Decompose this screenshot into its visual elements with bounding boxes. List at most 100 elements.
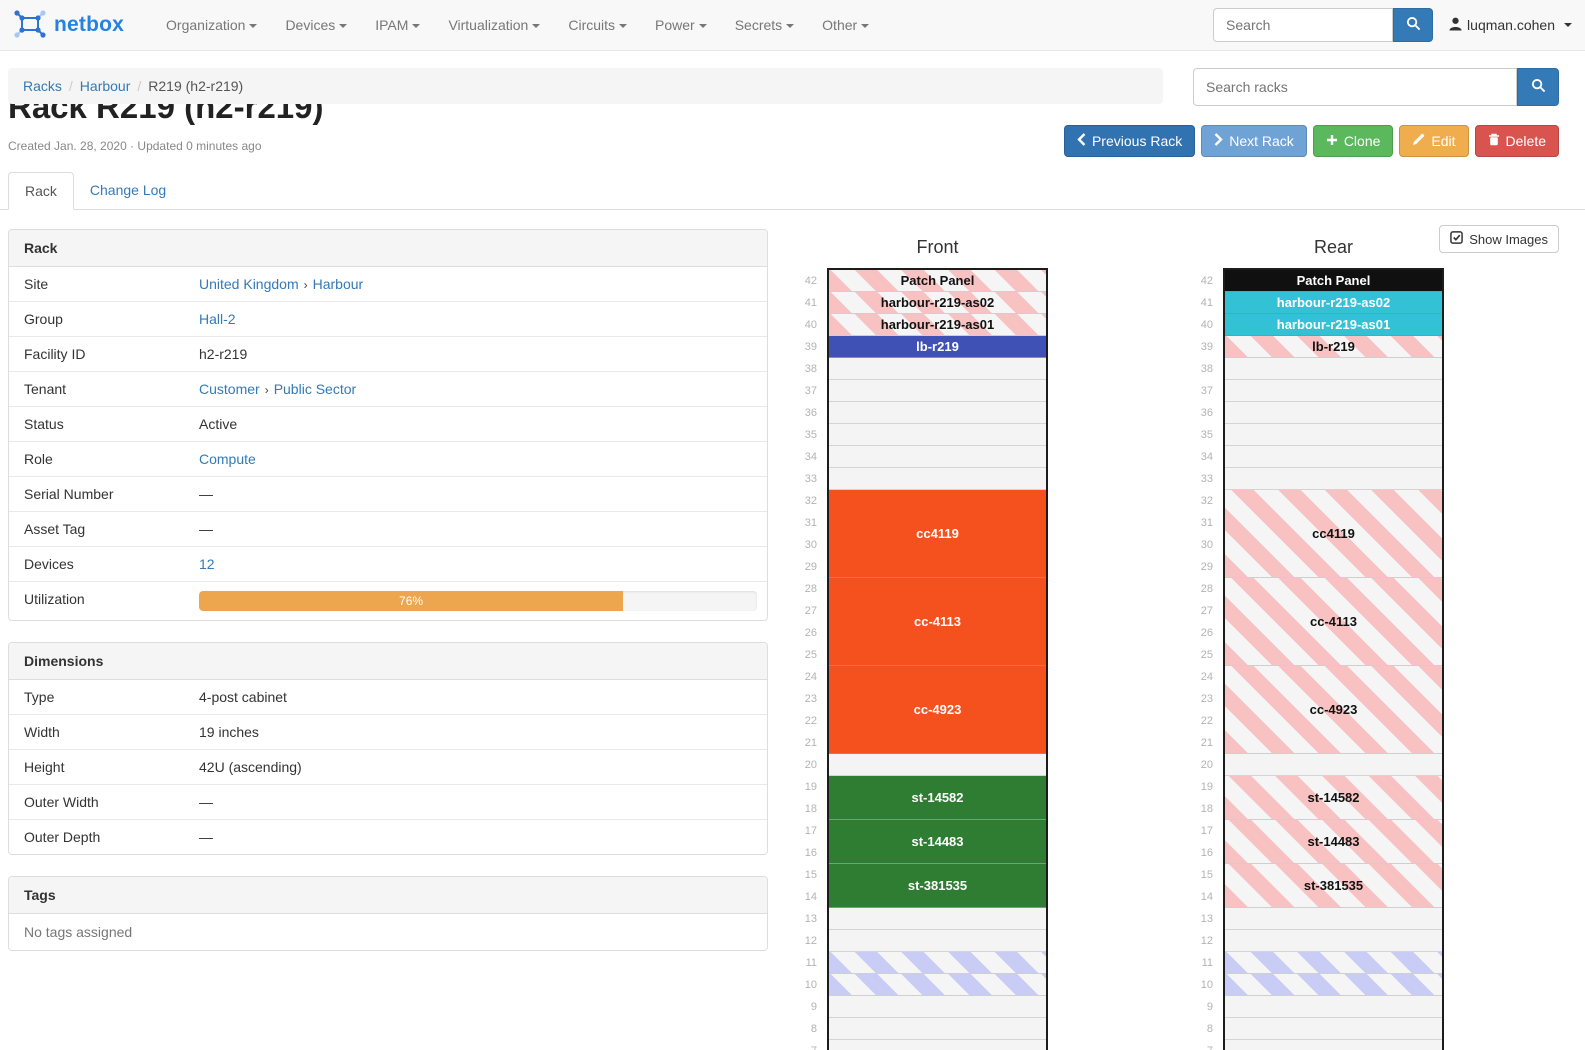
edit-button[interactable]: Edit [1399, 125, 1468, 157]
value-link[interactable]: 12 [199, 556, 215, 572]
global-search [1213, 8, 1433, 42]
unit-number: 32 [1191, 490, 1213, 512]
reserved-slot [1225, 974, 1442, 996]
value-link[interactable]: Public Sector [274, 381, 356, 397]
value-link[interactable]: United Kingdom [199, 276, 299, 292]
menu-item-circuits[interactable]: Circuits [554, 2, 641, 48]
unit-number: 18 [795, 798, 817, 820]
device-slot[interactable]: lb-r219 [1225, 336, 1442, 358]
chevron-down-icon [532, 24, 540, 28]
menu-item-power[interactable]: Power [641, 2, 721, 48]
plus-icon [1326, 133, 1338, 149]
device-slot[interactable]: Patch Panel [829, 270, 1046, 292]
front-elevation-title: Front [827, 237, 1048, 258]
empty-slot [829, 424, 1046, 446]
global-search-input[interactable] [1213, 8, 1393, 42]
next-rack-button[interactable]: Next Rack [1201, 125, 1307, 157]
table-row: Facility IDh2-r219 [9, 336, 767, 371]
device-slot[interactable]: harbour-r219-as01 [829, 314, 1046, 336]
empty-slot [1225, 754, 1442, 776]
attr-label: Facility ID [9, 337, 199, 371]
breadcrumb-current: R219 (h2-r219) [148, 78, 243, 94]
attr-value: Hall-2 [199, 302, 767, 336]
breadcrumb-link[interactable]: Harbour [80, 78, 131, 94]
unit-number: 7 [1191, 1040, 1213, 1050]
unit-number: 11 [1191, 952, 1213, 974]
search-icon [1406, 16, 1421, 34]
previous-rack-button[interactable]: Previous Rack [1064, 125, 1195, 157]
menu-item-other[interactable]: Other [808, 2, 883, 48]
device-slot[interactable]: Patch Panel [1225, 270, 1442, 292]
device-slot[interactable]: st-381535 [1225, 864, 1442, 908]
device-slot[interactable]: cc-4113 [829, 578, 1046, 666]
device-slot[interactable]: cc4119 [1225, 490, 1442, 578]
unit-number: 25 [1191, 644, 1213, 666]
device-slot[interactable]: harbour-r219-as02 [1225, 292, 1442, 314]
attr-label: Width [9, 715, 199, 749]
menu-item-ipam[interactable]: IPAM [361, 2, 434, 48]
clone-button[interactable]: Clone [1313, 125, 1394, 157]
menu-item-devices[interactable]: Devices [271, 2, 361, 48]
tags-panel-body: No tags assigned [9, 914, 767, 950]
device-slot[interactable]: harbour-r219-as01 [1225, 314, 1442, 336]
unit-numbers: 4241403938373635343332313029282726252423… [795, 268, 827, 1050]
value-link[interactable]: Hall-2 [199, 311, 236, 327]
attr-value: — [199, 512, 767, 546]
unit-number: 38 [1191, 358, 1213, 380]
value-link[interactable]: Harbour [313, 276, 364, 292]
unit-number: 23 [1191, 688, 1213, 710]
device-slot[interactable]: st-14582 [829, 776, 1046, 820]
rack-search-input[interactable] [1193, 68, 1517, 106]
rear-rack: Patch Panelharbour-r219-as02harbour-r219… [1223, 268, 1444, 1050]
unit-number: 24 [795, 666, 817, 688]
device-slot[interactable]: cc4119 [829, 490, 1046, 578]
chevron-down-icon [619, 24, 627, 28]
tab-change-log[interactable]: Change Log [74, 172, 182, 209]
value-link[interactable]: Customer [199, 381, 260, 397]
chevron-down-icon [1564, 23, 1572, 27]
attr-value: 42U (ascending) [199, 750, 767, 784]
unit-number: 14 [1191, 886, 1213, 908]
unit-number: 16 [1191, 842, 1213, 864]
attr-value: Active [199, 407, 767, 441]
unit-number: 20 [795, 754, 817, 776]
menu-item-virtualization[interactable]: Virtualization [434, 2, 554, 48]
unit-number: 30 [795, 534, 817, 556]
device-slot[interactable]: harbour-r219-as02 [829, 292, 1046, 314]
user-menu[interactable]: luqman.cohen [1449, 17, 1572, 34]
unit-number: 35 [795, 424, 817, 446]
netbox-graph-icon [13, 9, 47, 42]
device-slot[interactable]: lb-r219 [829, 336, 1046, 358]
trash-icon [1488, 133, 1500, 149]
netbox-logo[interactable]: netbox [13, 9, 124, 42]
breadcrumb-separator: / [130, 78, 148, 94]
empty-slot [829, 380, 1046, 402]
menu-item-secrets[interactable]: Secrets [721, 2, 808, 48]
device-slot[interactable]: cc-4113 [1225, 578, 1442, 666]
empty-slot [1225, 996, 1442, 1018]
device-slot[interactable]: st-14582 [1225, 776, 1442, 820]
device-slot[interactable]: st-381535 [829, 864, 1046, 908]
unit-number: 39 [795, 336, 817, 358]
attr-value: Compute [199, 442, 767, 476]
delete-button[interactable]: Delete [1475, 125, 1559, 157]
device-slot[interactable]: cc-4923 [829, 666, 1046, 754]
global-search-button[interactable] [1393, 8, 1433, 42]
device-slot[interactable]: st-14483 [1225, 820, 1442, 864]
unit-number: 15 [795, 864, 817, 886]
unit-number: 29 [1191, 556, 1213, 578]
chevron-down-icon [786, 24, 794, 28]
rack-panel: Rack SiteUnited Kingdom›HarbourGroupHall… [8, 229, 768, 621]
empty-slot [829, 446, 1046, 468]
tab-rack[interactable]: Rack [8, 172, 74, 210]
device-slot[interactable]: st-14483 [829, 820, 1046, 864]
tags-panel-header: Tags [9, 877, 767, 914]
empty-slot [1225, 446, 1442, 468]
device-slot[interactable]: cc-4923 [1225, 666, 1442, 754]
breadcrumb-link[interactable]: Racks [23, 78, 62, 94]
value-link[interactable]: Compute [199, 451, 256, 467]
menu-item-organization[interactable]: Organization [152, 2, 271, 48]
rack-search-button[interactable] [1517, 68, 1559, 106]
unit-number: 9 [1191, 996, 1213, 1018]
action-buttons: Previous RackNext RackCloneEditDelete [1064, 125, 1559, 157]
